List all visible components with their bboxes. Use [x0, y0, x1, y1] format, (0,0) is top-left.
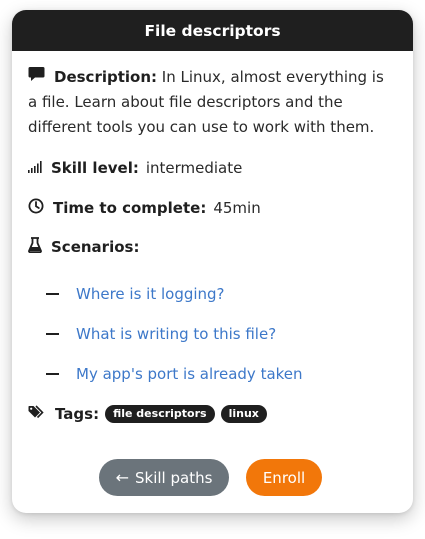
scenario-link-where-is-it-logging[interactable]: Where is it logging? [76, 285, 225, 303]
scenario-item: What is writing to this file? [46, 323, 396, 345]
skill-level-value: intermediate [145, 159, 243, 177]
scenarios-row: Scenarios: [28, 236, 396, 258]
scenario-link-what-is-writing[interactable]: What is writing to this file? [76, 325, 276, 343]
tags-label: Tags: [55, 405, 100, 423]
scenario-link-port-taken[interactable]: My app's port is already taken [76, 365, 303, 383]
time-to-complete-row: Time to complete: 45min [28, 197, 396, 219]
dash-icon [46, 333, 59, 335]
scenario-list: Where is it logging? What is writing to … [46, 283, 396, 385]
clock-icon [28, 198, 44, 218]
card-body: Description: In Linux, almost everything… [12, 51, 413, 425]
tags-icon [28, 405, 46, 423]
tag-badge[interactable]: linux [220, 405, 267, 423]
course-card: File descriptors Description: In Linux, … [12, 10, 413, 513]
card-actions: ← Skill paths Enroll [12, 459, 413, 496]
scenario-item: Where is it logging? [46, 283, 396, 305]
time-to-complete-value: 45min [213, 199, 261, 217]
signal-bars-icon [28, 159, 42, 177]
time-to-complete-label: Time to complete: [53, 199, 207, 217]
card-header: File descriptors [12, 10, 413, 51]
dash-icon [46, 373, 59, 375]
course-title: File descriptors [144, 21, 281, 40]
comment-icon [28, 65, 45, 90]
tag-badge[interactable]: file descriptors [105, 405, 215, 423]
description-label: Description: [54, 68, 158, 86]
skill-paths-label: Skill paths [135, 468, 213, 487]
tags-row: Tags: file descriptors linux [28, 403, 396, 425]
skill-level-row: Skill level: intermediate [28, 157, 396, 179]
scenarios-label: Scenarios: [51, 238, 140, 256]
flask-icon [28, 237, 42, 257]
skill-level-label: Skill level: [51, 159, 139, 177]
description-section: Description: In Linux, almost everything… [28, 65, 396, 140]
dash-icon [46, 293, 59, 295]
arrow-left-icon: ← [115, 468, 129, 487]
enroll-button[interactable]: Enroll [246, 459, 322, 496]
skill-paths-button[interactable]: ← Skill paths [99, 459, 229, 496]
scenario-item: My app's port is already taken [46, 363, 396, 385]
